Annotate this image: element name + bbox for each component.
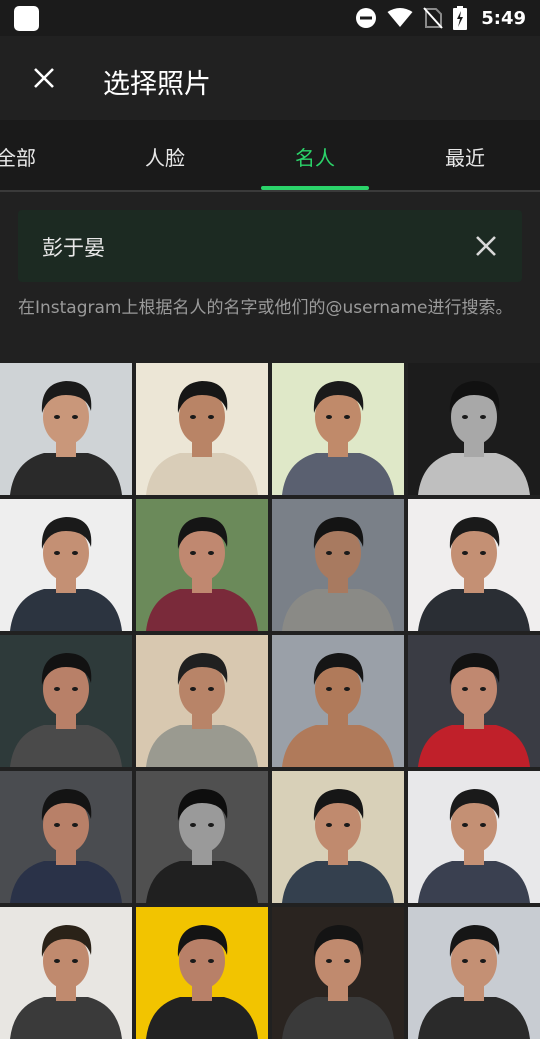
photo-grid — [0, 363, 540, 1039]
close-button[interactable] — [22, 56, 66, 100]
photo-thumbnail[interactable] — [136, 499, 268, 631]
app-bar: 选择照片 — [0, 36, 540, 120]
status-bar: 5:49 — [0, 0, 540, 36]
photo-thumbnail[interactable] — [408, 635, 540, 767]
photo-thumbnail[interactable] — [0, 363, 132, 495]
photo-thumbnail[interactable] — [272, 771, 404, 903]
photo-thumbnail[interactable] — [136, 771, 268, 903]
tab-bar: 全部 人脸 名人 最近 — [0, 120, 540, 192]
close-icon — [34, 68, 54, 88]
clear-button[interactable] — [466, 226, 506, 266]
search-hint: 在Instagram上根据名人的名字或他们的@username进行搜索。 — [18, 298, 513, 318]
tab-celebrities[interactable]: 名人 — [261, 120, 369, 192]
no-sim-icon — [423, 7, 443, 29]
tab-recent[interactable]: 最近 — [411, 120, 519, 192]
photo-thumbnail[interactable] — [0, 771, 132, 903]
photo-thumbnail[interactable] — [0, 499, 132, 631]
status-time: 5:49 — [481, 7, 526, 29]
tab-all[interactable]: 全部 — [0, 120, 70, 192]
tab-indicator — [261, 186, 369, 190]
photo-thumbnail[interactable] — [136, 635, 268, 767]
app-icon — [14, 6, 39, 31]
photo-thumbnail[interactable] — [136, 907, 268, 1039]
dnd-icon — [356, 8, 377, 28]
photo-thumbnail[interactable] — [272, 635, 404, 767]
search-value[interactable]: 彭于晏 — [42, 232, 105, 262]
clear-icon — [476, 236, 496, 256]
photo-thumbnail[interactable] — [0, 907, 132, 1039]
status-icons: 5:49 — [355, 0, 526, 36]
photo-thumbnail[interactable] — [272, 907, 404, 1039]
photo-thumbnail[interactable] — [136, 363, 268, 495]
photo-thumbnail[interactable] — [272, 499, 404, 631]
page-title: 选择照片 — [103, 69, 211, 100]
wifi-icon — [387, 8, 413, 27]
photo-thumbnail[interactable] — [272, 363, 404, 495]
battery-charging-icon — [453, 6, 468, 30]
photo-thumbnail[interactable] — [408, 499, 540, 631]
photo-thumbnail[interactable] — [408, 907, 540, 1039]
photo-thumbnail[interactable] — [408, 771, 540, 903]
tab-faces[interactable]: 人脸 — [111, 120, 219, 192]
photo-thumbnail[interactable] — [408, 363, 540, 495]
search-input[interactable]: 彭于晏 — [18, 210, 522, 282]
photo-thumbnail[interactable] — [0, 635, 132, 767]
